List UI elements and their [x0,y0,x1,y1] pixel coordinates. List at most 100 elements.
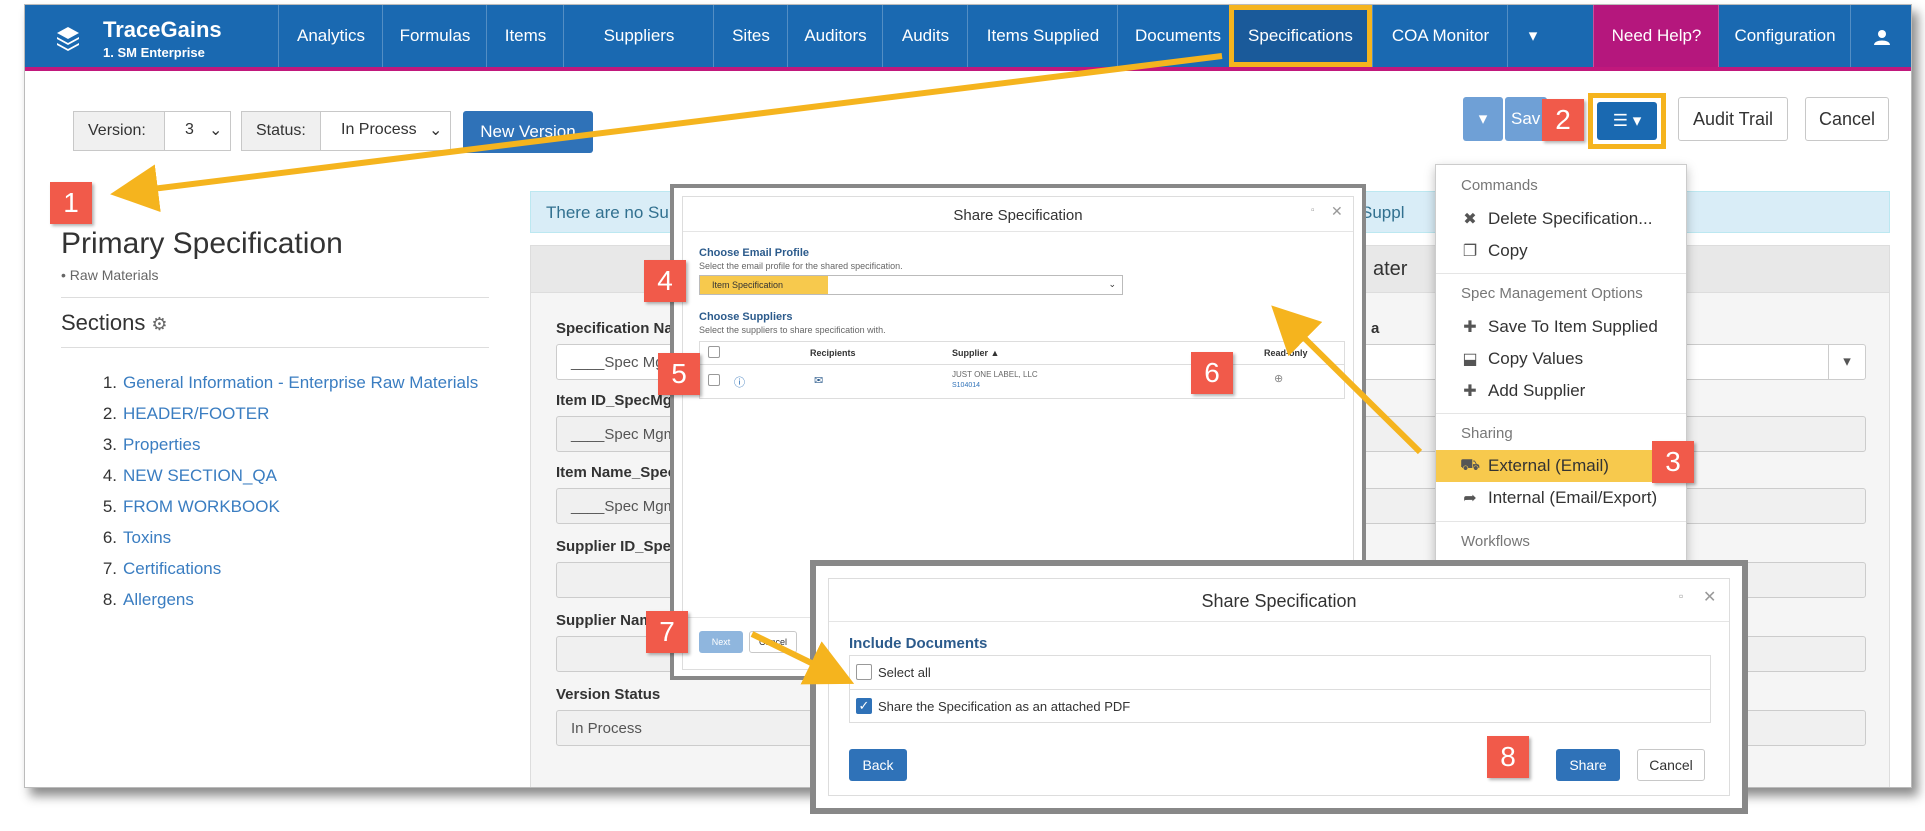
section-link[interactable]: HEADER/FOOTER [123,404,269,423]
menu-divider [1436,521,1686,522]
select-all-checkbox[interactable] [856,664,872,680]
section-item[interactable]: 1. General Information - Enterprise Raw M… [95,367,478,398]
divider [61,347,489,348]
callout-8: 8 [1487,736,1529,778]
field-label: Version Status [556,686,661,703]
menu-header-workflows: Workflows [1461,533,1530,550]
maximize-icon[interactable]: ▫ [1311,205,1315,216]
nav-specifications[interactable]: Specifications [1229,5,1372,67]
actions-menu-button[interactable]: ☰ ▾ [1597,102,1657,140]
menu-item-copy[interactable]: ❐ Copy [1436,235,1686,267]
menu-item-add-supplier[interactable]: ✚ Add Supplier [1436,375,1686,407]
section-item[interactable]: 6. Toxins [95,522,478,553]
back-button[interactable]: Back [849,749,907,781]
status-select[interactable]: In Process ⌄ [320,112,450,150]
brand-subtitle: 1. SM Enterprise [103,45,205,60]
version-selector[interactable]: Version: 3 ⌄ [73,111,231,151]
status-selector[interactable]: Status: In Process ⌄ [241,111,451,151]
suppliers-table: Recipients Supplier ▲ Read-only ⓘ ✉ JUST… [699,341,1345,399]
select-all-checkbox[interactable] [708,346,720,358]
section-item[interactable]: 2. HEADER/FOOTER [95,398,478,429]
menu-item-copy-values[interactable]: ⬓ Copy Values [1436,343,1686,375]
section-item[interactable]: 8. Allergens [95,584,478,615]
nav-sites[interactable]: Sites [713,5,788,67]
menu-item-external-email[interactable]: ⛟ External (Email) [1436,450,1686,482]
new-version-button[interactable]: New Version [463,111,593,153]
section-link[interactable]: Toxins [123,528,171,547]
section-link[interactable]: General Information - Enterprise Raw Mat… [123,373,478,392]
nav-coa-monitor[interactable]: COA Monitor [1372,5,1508,67]
nav-auditors[interactable]: Auditors [787,5,883,67]
share-button[interactable]: Share [1556,749,1620,781]
chevron-down-icon: ⌄ [429,122,443,139]
gear-icon[interactable]: ⚙ [151,314,167,335]
nav-configuration[interactable]: Configuration [1718,5,1851,67]
supplier-name: JUST ONE LABEL, LLC [952,370,1038,379]
nav-analytics[interactable]: Analytics [278,5,383,67]
row-checkbox[interactable] [708,374,720,386]
close-icon: ✖ [1463,211,1477,228]
save-split-toggle[interactable]: ▾ [1463,97,1503,141]
caret-down-icon: ▾ [1632,111,1642,130]
supplier-id[interactable]: S104014 [952,382,980,389]
caret-down-icon[interactable]: ▾ [1828,345,1865,379]
section-link[interactable]: FROM WORKBOOK [123,497,280,516]
callout-5: 5 [658,353,700,395]
menu-item-internal-email[interactable]: ➦ Internal (Email/Export) [1436,482,1686,514]
attach-pdf-checkbox[interactable]: ✓ [856,698,872,714]
next-button[interactable]: Next [699,631,743,653]
nav-items-supplied[interactable]: Items Supplied [967,5,1118,67]
caret-down-icon: ▾ [1478,109,1488,128]
stamp-icon: ⬓ [1462,351,1478,368]
table-row[interactable]: ⓘ ✉ JUST ONE LABEL, LLC S104014 ⊕ [700,364,1344,398]
menu-item-save-to-item-supplied[interactable]: ✚ Save To Item Supplied [1436,311,1686,343]
version-select[interactable]: 3 ⌄ [164,112,230,150]
nav-more-dropdown[interactable]: ▾ [1507,5,1558,67]
maximize-icon[interactable]: ▫ [1679,589,1683,603]
close-icon[interactable]: ✕ [1331,203,1343,220]
sections-list: 1. General Information - Enterprise Raw M… [95,367,478,615]
list-item[interactable]: Select all [850,656,1710,690]
layers-icon [57,27,79,51]
column-header[interactable]: Supplier ▲ [952,348,999,358]
section-link[interactable]: Allergens [123,590,194,609]
section-item[interactable]: 7. Certifications [95,553,478,584]
menu-item-delete[interactable]: ✖ Delete Specification... [1436,203,1686,235]
close-icon[interactable]: ✕ [1703,587,1716,607]
plus-icon: ✚ [1463,319,1477,336]
nav-need-help[interactable]: Need Help? [1593,5,1719,67]
field-label: Item Name_Spec [556,464,677,481]
section-link[interactable]: Certifications [123,559,221,578]
email-profile-desc: Select the email profile for the shared … [699,261,903,271]
nav-documents[interactable]: Documents [1117,5,1238,67]
info-circle-icon[interactable]: ⓘ [734,374,745,390]
column-header[interactable]: Read-only [1264,348,1308,358]
section-link[interactable]: Properties [123,435,200,454]
nav-audits[interactable]: Audits [882,5,968,67]
nav-formulas[interactable]: Formulas [382,5,487,67]
plus-icon: ✚ [1463,383,1477,400]
section-link[interactable]: NEW SECTION_QA [123,466,277,485]
nav-user-menu[interactable] [1850,5,1911,67]
envelope-icon[interactable]: ✉ [814,374,823,387]
save-button[interactable]: Sav [1505,97,1547,141]
menu-header-sharing: Sharing [1461,425,1513,442]
field-value: ____Spec Mgmt [571,426,681,443]
cancel-button[interactable]: Cancel [749,631,797,653]
audit-trail-button[interactable]: Audit Trail [1678,97,1788,141]
readonly-toggle-icon[interactable]: ⊕ [1274,372,1283,385]
email-profile-title: Choose Email Profile [699,247,810,259]
page-title: Primary Specification [61,227,343,260]
nav-suppliers[interactable]: Suppliers [563,5,714,67]
section-item[interactable]: 3. Properties [95,429,478,460]
list-item[interactable]: ✓ Share the Specification as an attached… [850,690,1710,723]
column-header[interactable]: Recipients [810,348,856,358]
section-item[interactable]: 5. FROM WORKBOOK [95,491,478,522]
email-profile-select[interactable]: Item Specification ⌄ [699,275,1123,295]
cancel-button[interactable]: Cancel [1637,749,1705,781]
cancel-button[interactable]: Cancel [1805,97,1889,141]
share-arrow-icon: ➦ [1463,490,1477,507]
section-item[interactable]: 4. NEW SECTION_QA [95,460,478,491]
actions-dropdown-menu: Commands ✖ Delete Specification... ❐ Copy … [1435,164,1687,566]
nav-items[interactable]: Items [486,5,564,67]
